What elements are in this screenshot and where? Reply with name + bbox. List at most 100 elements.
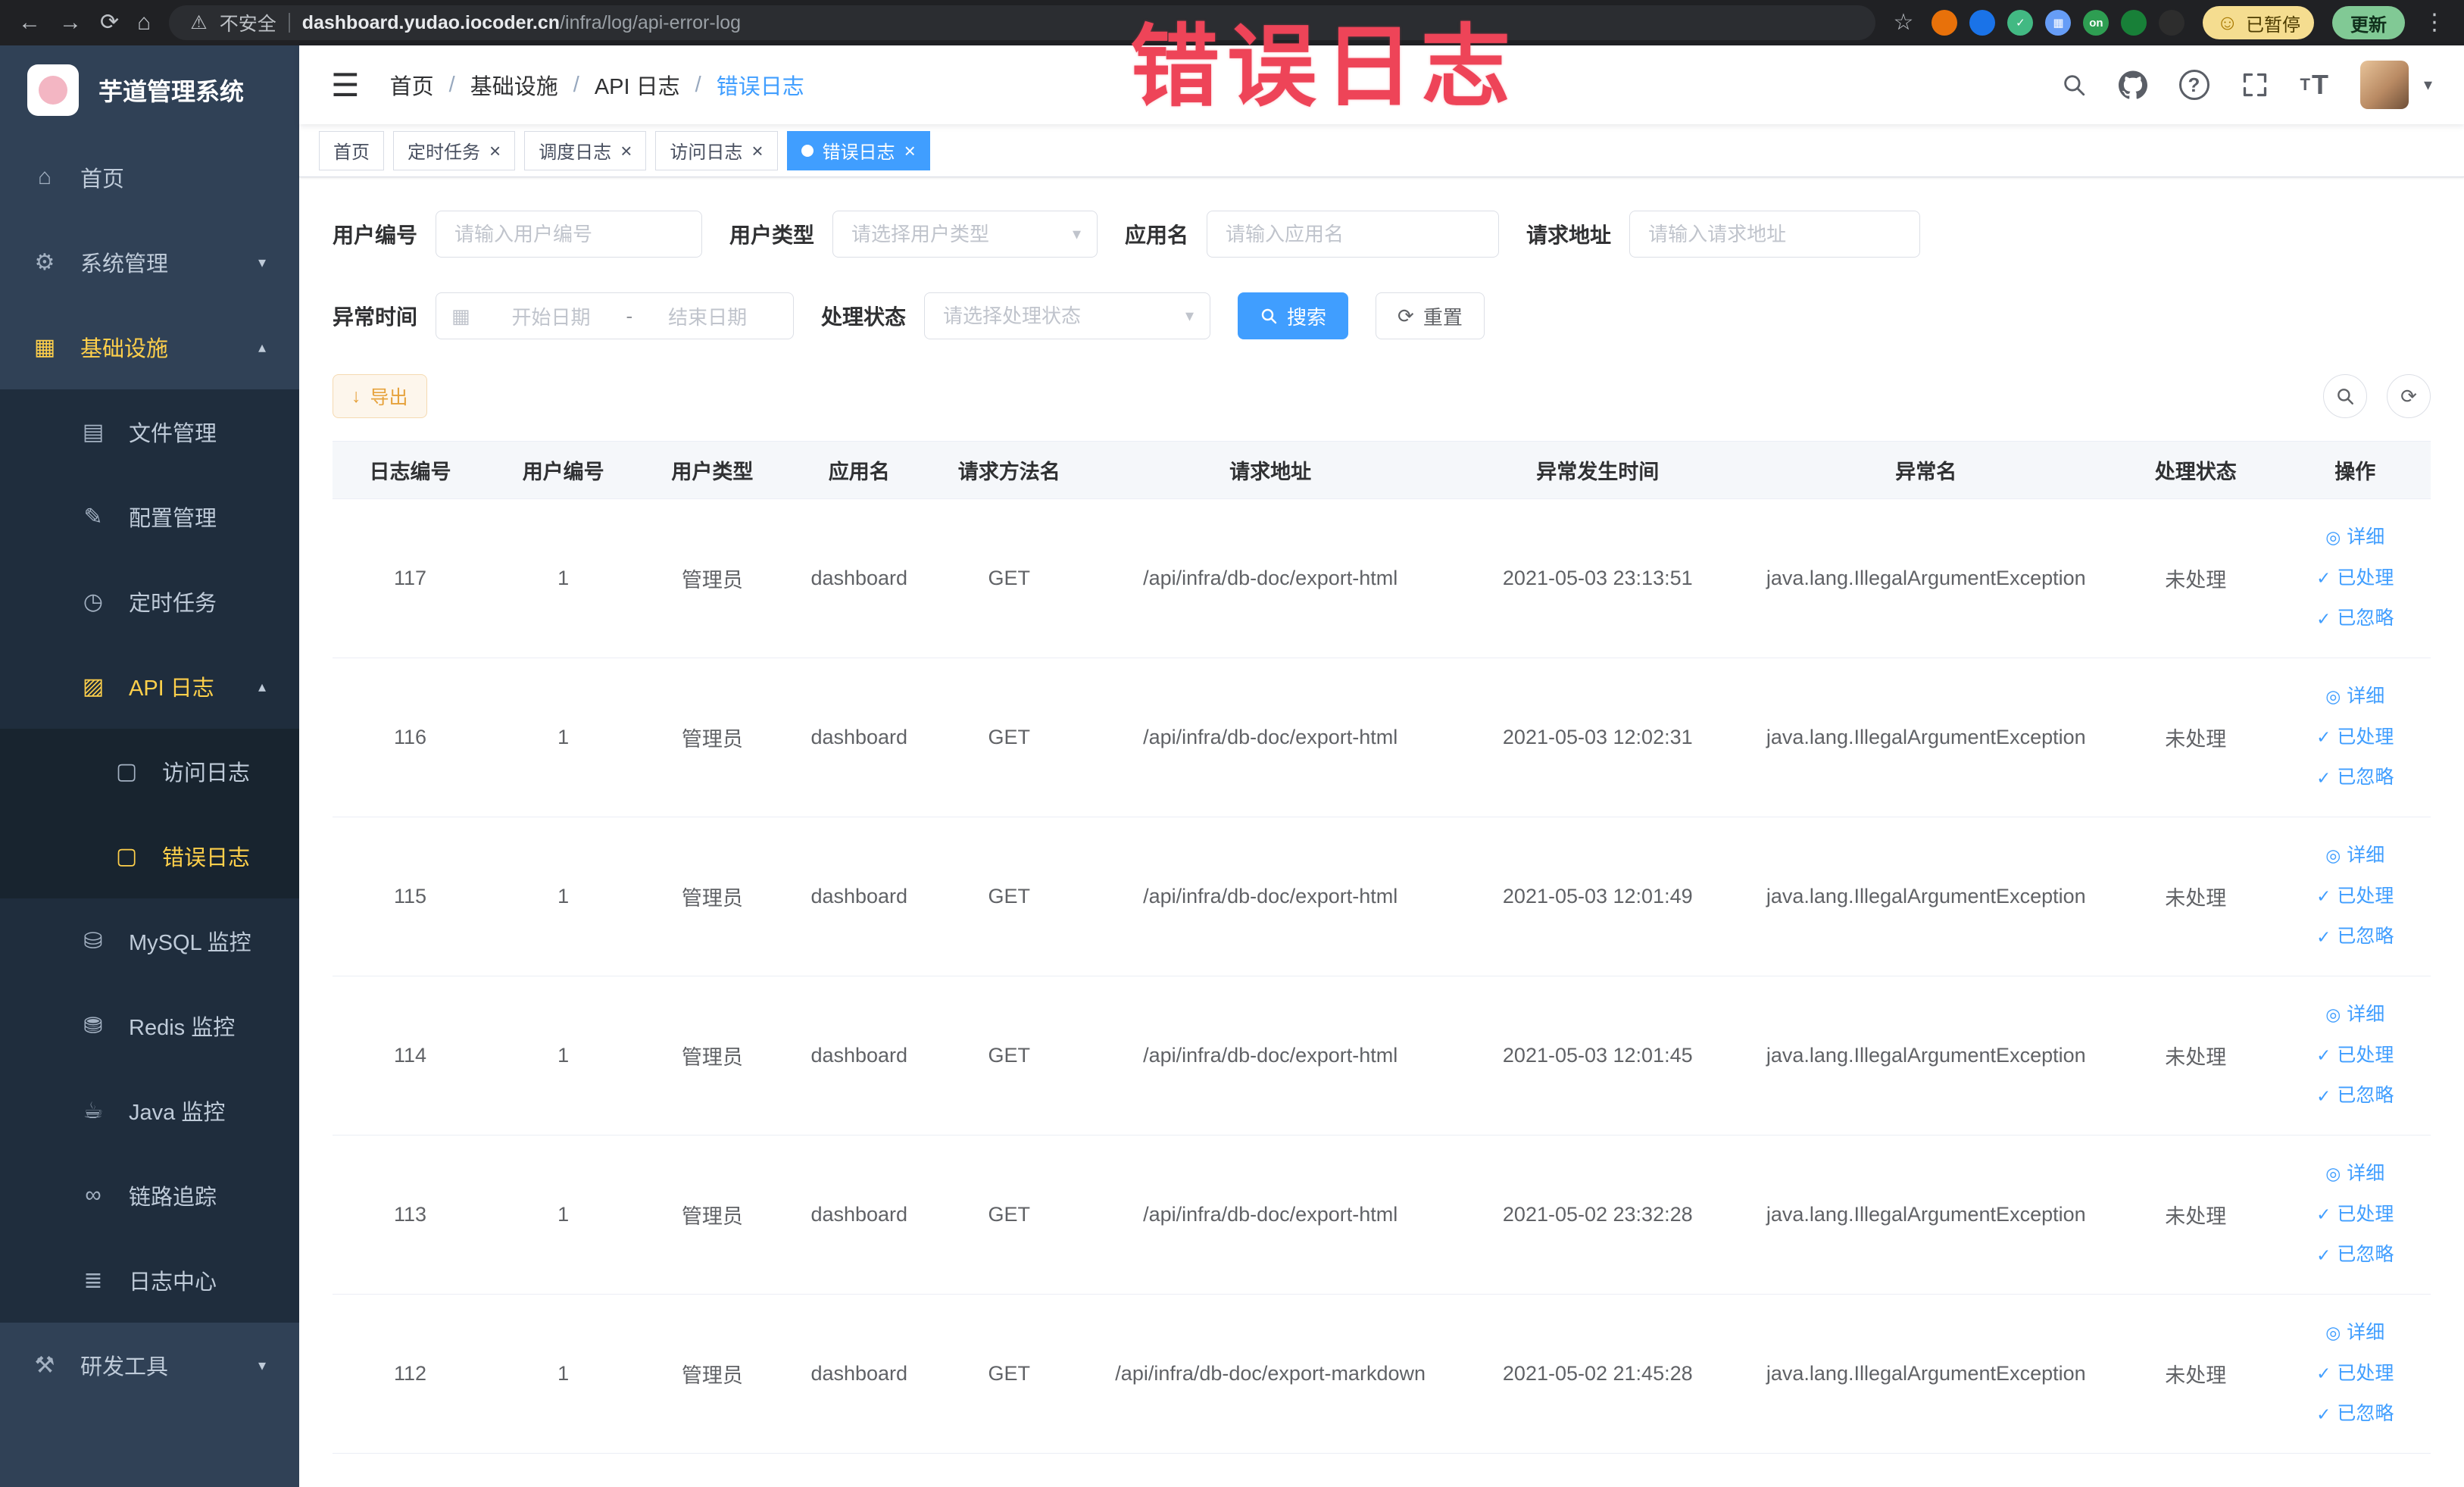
- font-size-icon[interactable]: [2300, 69, 2328, 101]
- extension-icon[interactable]: ✓: [2007, 10, 2034, 36]
- search-toggle-button[interactable]: [2323, 374, 2367, 418]
- date-range-picker[interactable]: ▦ 开始日期 - 结束日期: [436, 292, 795, 339]
- sidebar-item-job[interactable]: ◷ 定时任务: [0, 559, 299, 644]
- detail-link[interactable]: ◎ 详细: [2288, 836, 2424, 876]
- processed-link[interactable]: ✓ 已处理: [2288, 1195, 2424, 1236]
- sidebar-item-api-log[interactable]: ▨ API 日志 ▴: [0, 644, 299, 729]
- tab-label: 访问日志: [670, 142, 743, 163]
- search-button[interactable]: 搜索: [1238, 292, 1349, 339]
- tab-error-log[interactable]: 错误日志 ×: [786, 130, 930, 170]
- tab-job-log[interactable]: 调度日志 ×: [524, 130, 647, 170]
- user-id-input[interactable]: [436, 211, 703, 258]
- detail-link[interactable]: ◎ 详细: [2288, 676, 2424, 717]
- processed-link[interactable]: ✓ 已处理: [2288, 558, 2424, 599]
- sidebar-item-home[interactable]: ⌂ 首页: [0, 135, 299, 220]
- processed-link[interactable]: ✓ 已处理: [2288, 1036, 2424, 1076]
- breadcrumb-item[interactable]: API 日志: [595, 69, 680, 101]
- process-status-select[interactable]: ▾: [924, 292, 1211, 339]
- process-status-select-input[interactable]: [924, 292, 1211, 339]
- ignored-link[interactable]: ✓ 已忽略: [2288, 917, 2424, 957]
- chevron-up-icon: ▴: [258, 678, 266, 695]
- extension-icon[interactable]: [2121, 10, 2147, 36]
- detail-link[interactable]: ◎ 详细: [2288, 1154, 2424, 1195]
- processed-link[interactable]: ✓ 已处理: [2288, 717, 2424, 758]
- filter-user-type: 用户类型 ▾: [729, 211, 1098, 258]
- tab-home[interactable]: 首页: [319, 130, 384, 170]
- reset-button[interactable]: ⟳ 重置: [1376, 292, 1485, 339]
- ignored-link[interactable]: ✓ 已忽略: [2288, 1235, 2424, 1276]
- github-icon[interactable]: [2118, 70, 2147, 99]
- address-bar[interactable]: ⚠ 不安全 dashboard.yudao.iocoder.cn/infra/l…: [169, 5, 1875, 40]
- app-name-input[interactable]: [1207, 211, 1500, 258]
- user-id-label: 用户编号: [333, 223, 418, 247]
- check-icon: ✓: [2316, 1363, 2331, 1383]
- logo[interactable]: 芋道管理系统: [0, 45, 299, 135]
- search-icon[interactable]: [2061, 72, 2087, 98]
- detail-link[interactable]: ◎ 详细: [2288, 995, 2424, 1036]
- close-icon[interactable]: ×: [620, 141, 632, 161]
- extension-icon[interactable]: on: [2083, 10, 2110, 36]
- user-type-select-input[interactable]: [832, 211, 1098, 258]
- help-icon[interactable]: ?: [2178, 70, 2209, 100]
- extension-icon[interactable]: [1932, 10, 1958, 36]
- exception-time-label: 异常时间: [333, 305, 418, 329]
- export-button[interactable]: ↓ 导出: [333, 374, 427, 418]
- sidebar-item-java[interactable]: ☕ Java 监控: [0, 1068, 299, 1153]
- hamburger-icon[interactable]: ☰: [331, 67, 360, 104]
- sidebar-item-trace[interactable]: ∞ 链路追踪: [0, 1153, 299, 1238]
- user-type-select[interactable]: ▾: [832, 211, 1098, 258]
- ignored-link[interactable]: ✓ 已忽略: [2288, 1076, 2424, 1117]
- menu-dots-icon[interactable]: ⋮: [2423, 11, 2446, 34]
- sidebar-item-error-log[interactable]: ▢ 错误日志: [0, 814, 299, 898]
- breadcrumb-item[interactable]: 错误日志: [717, 69, 804, 101]
- avatar[interactable]: [2359, 61, 2409, 109]
- paused-badge[interactable]: ☺ 已暂停: [2203, 6, 2314, 39]
- breadcrumb-item[interactable]: 首页: [390, 69, 434, 101]
- request-url-input[interactable]: [1629, 211, 1921, 258]
- breadcrumb-item[interactable]: 基础设施: [470, 69, 558, 101]
- update-button[interactable]: 更新: [2332, 6, 2405, 39]
- sidebar-item-log-center[interactable]: ≣ 日志中心: [0, 1238, 299, 1323]
- detail-link[interactable]: ◎ 详细: [2288, 1313, 2424, 1354]
- folder-icon: ▤: [82, 419, 105, 445]
- back-icon[interactable]: ←: [18, 11, 41, 34]
- close-icon[interactable]: ×: [904, 141, 916, 161]
- fullscreen-icon[interactable]: [2241, 71, 2269, 98]
- refresh-button[interactable]: ⟳: [2387, 374, 2431, 418]
- sidebar-item-mysql[interactable]: ⛁ MySQL 监控: [0, 898, 299, 983]
- security-label[interactable]: 不安全: [220, 9, 276, 36]
- cell-exception: java.lang.IllegalArgumentException: [1740, 1294, 2112, 1454]
- filter-row-1: 用户编号 用户类型 ▾ 应用名 请: [333, 211, 2431, 258]
- main-area: ☰ 首页 / 基础设施 / API 日志 / 错误日志 ? T T ▾ 首页 定…: [299, 45, 2464, 1487]
- sidebar-item-redis[interactable]: ⛃ Redis 监控: [0, 983, 299, 1068]
- warning-icon: ⚠: [190, 12, 208, 33]
- reload-icon[interactable]: ⟳: [100, 11, 119, 34]
- extension-icon[interactable]: [1969, 10, 1996, 36]
- tab-access-log[interactable]: 访问日志 ×: [655, 130, 778, 170]
- sidebar-item-system[interactable]: ⚙ 系统管理 ▾: [0, 220, 299, 305]
- avatar-chevron-down-icon[interactable]: ▾: [2424, 75, 2432, 95]
- extension-icon[interactable]: [2159, 10, 2185, 36]
- table-tools: ⟳: [2323, 374, 2431, 418]
- close-icon[interactable]: ×: [489, 141, 501, 161]
- sidebar-item-file[interactable]: ▤ 文件管理: [0, 389, 299, 474]
- ignored-link[interactable]: ✓ 已忽略: [2288, 758, 2424, 798]
- processed-link[interactable]: ✓ 已处理: [2288, 876, 2424, 917]
- sidebar-item-infra[interactable]: ▦ 基础设施 ▴: [0, 305, 299, 389]
- sidebar-item-config[interactable]: ✎ 配置管理: [0, 474, 299, 559]
- extension-icon[interactable]: ▦: [2045, 10, 2072, 36]
- bookmark-star-icon[interactable]: ☆: [1894, 11, 1914, 34]
- sidebar-item-dev-tools[interactable]: ⚒ 研发工具 ▾: [0, 1323, 299, 1407]
- forward-icon[interactable]: →: [59, 11, 82, 34]
- cell-app: dashboard: [785, 817, 933, 976]
- ignored-link[interactable]: ✓ 已忽略: [2288, 598, 2424, 639]
- ignored-link[interactable]: ✓ 已忽略: [2288, 1394, 2424, 1435]
- cell-exception: java.lang.IllegalArgumentException: [1740, 1135, 2112, 1295]
- detail-link[interactable]: ◎ 详细: [2288, 517, 2424, 558]
- processed-link[interactable]: ✓ 已处理: [2288, 1354, 2424, 1395]
- browser-home-icon[interactable]: ⌂: [137, 11, 151, 34]
- url-text[interactable]: dashboard.yudao.iocoder.cn/infra/log/api…: [302, 12, 741, 34]
- tab-job[interactable]: 定时任务 ×: [393, 130, 516, 170]
- close-icon[interactable]: ×: [751, 141, 763, 161]
- sidebar-item-access-log[interactable]: ▢ 访问日志: [0, 729, 299, 814]
